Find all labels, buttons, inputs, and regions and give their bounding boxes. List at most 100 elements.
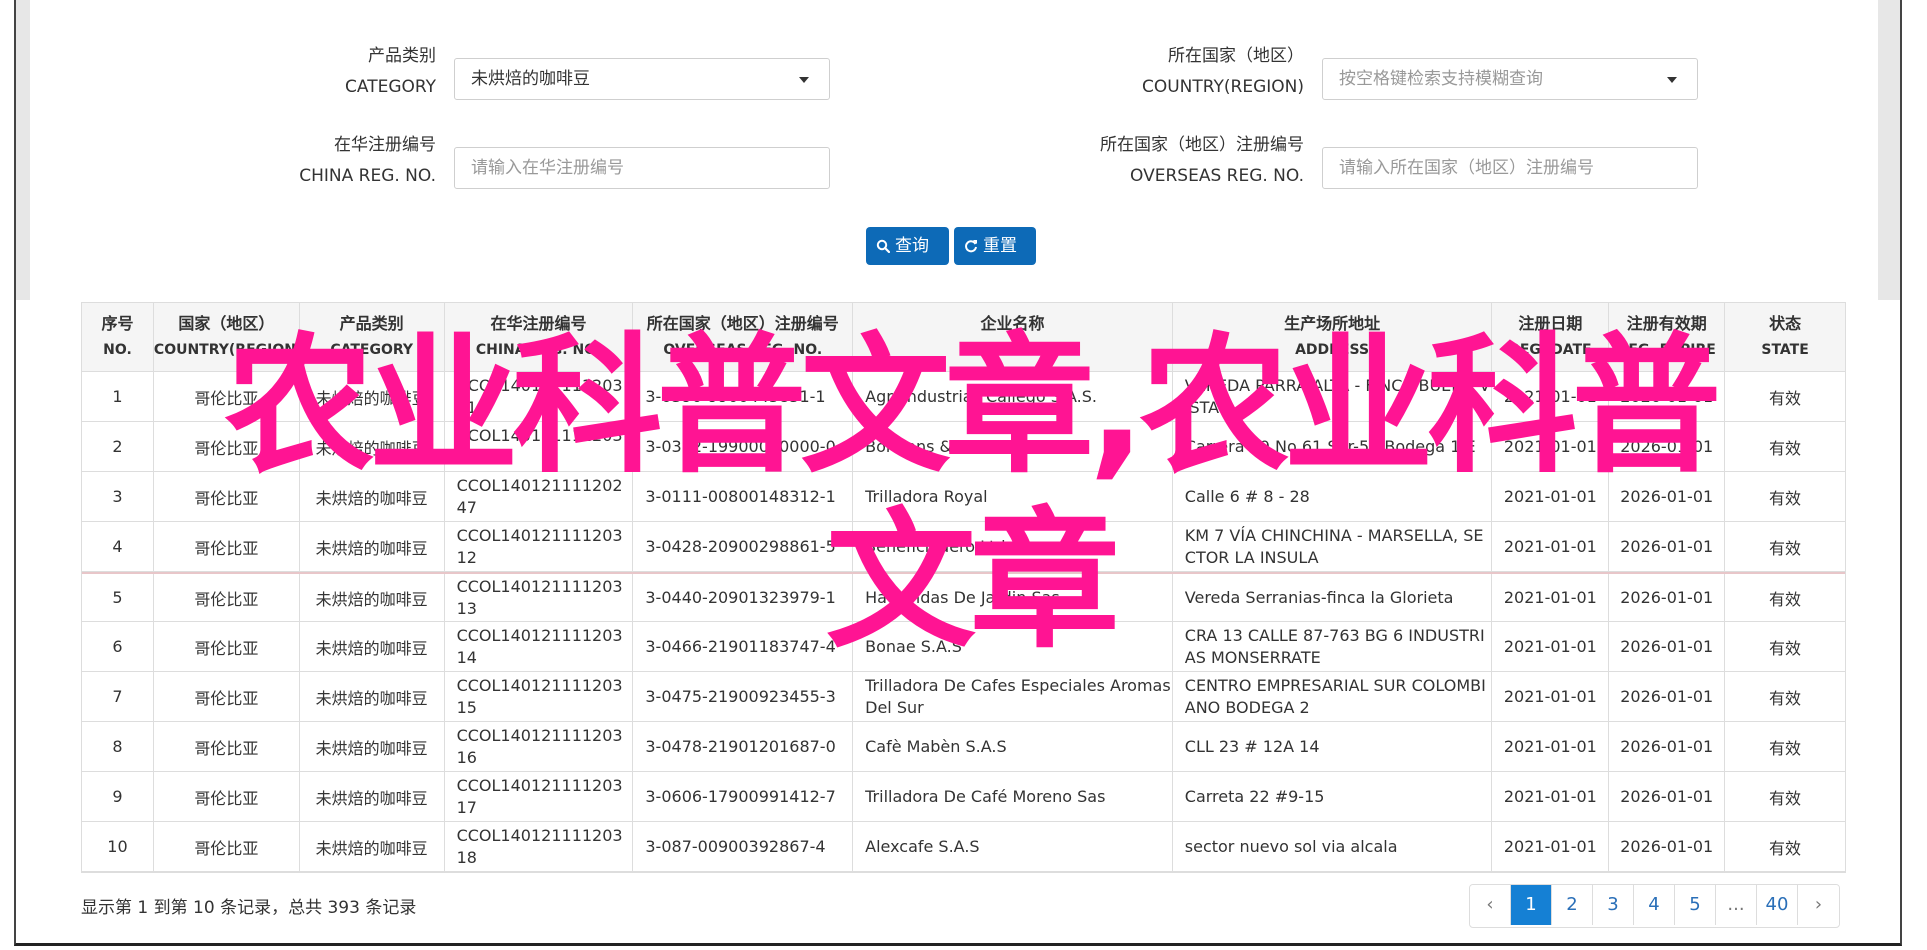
cell-expire: 2026-01-01 (1609, 672, 1726, 721)
china-reg-label-cn: 在华注册编号 (334, 135, 436, 155)
overseas-reg-label-cn: 所在国家（地区）注册编号 (1100, 135, 1304, 155)
cell-address: sector nuevo sol via alcala (1173, 822, 1493, 871)
cell-expire: 2026-01-01 (1609, 722, 1726, 771)
cell-state: 有效 (1769, 838, 1802, 858)
cell-no: 3 (82, 472, 154, 521)
cell-country: 哥伦比亚 (154, 574, 300, 621)
overseas-reg-input[interactable]: 请输入所在国家（地区）注册编号 (1322, 147, 1698, 189)
cell-expire: 2026-01-01 (1609, 522, 1726, 571)
table-row[interactable]: 5 哥伦比亚 未烘焙的咖啡豆 CCOL14012111120313 3-0440-209… (82, 572, 1845, 622)
right-scroll-track[interactable] (1878, 0, 1900, 300)
header-name[interactable]: 企业名称 NAME (853, 303, 1173, 371)
header-expire[interactable]: 注册有效期 REG. EXPIRE (1609, 303, 1726, 371)
china-reg-input[interactable]: 请输入在华注册编号 (454, 147, 830, 189)
pagination-prev[interactable]: ‹ (1470, 885, 1511, 925)
table-row[interactable]: 7 哥伦比亚 未烘焙的咖啡豆 CCOL14012111120315 3-0475-219… (82, 672, 1845, 722)
country-label-en: COUNTRY(REGION) (1141, 77, 1304, 97)
left-scroll-track[interactable] (16, 0, 30, 300)
pagination-page[interactable]: 5 (1675, 885, 1716, 925)
cell-china-reg: CCOL14012111120247 (445, 472, 634, 521)
category-select-value: 未烘焙的咖啡豆 (471, 69, 590, 89)
reset-button[interactable]: 重置 (954, 227, 1036, 265)
category-label-en: CATEGORY (345, 77, 436, 97)
cell-country: 哥伦比亚 (154, 372, 300, 421)
cell-reg-date: 2021-01-01 (1492, 822, 1610, 871)
cell-name: Trilladora Royal (853, 472, 1173, 521)
cell-name: Agroindustrias Callego S.A.S. (853, 372, 1173, 421)
cell-expire: 2026-01-01 (1609, 574, 1726, 621)
pagination-page[interactable]: 2 (1552, 885, 1593, 925)
cell-expire: 2026-01-01 (1609, 772, 1726, 821)
cell-address: VEREDA PARRA ALTA - FINCA BUENA VISTA (1173, 372, 1493, 421)
chevron-down-icon (1667, 77, 1677, 83)
header-china-reg[interactable]: 在华注册编号 CHINA REG. NO. (445, 303, 634, 371)
cell-country: 哥伦比亚 (154, 522, 300, 571)
pagination-page[interactable]: 40 (1757, 885, 1798, 925)
cell-category: 未烘焙的咖啡豆 (300, 422, 445, 471)
pagination-page[interactable]: 4 (1634, 885, 1675, 925)
cell-name: Cafè Mabèn S.A.S (853, 722, 1173, 771)
category-select[interactable]: 未烘焙的咖啡豆 (454, 58, 830, 100)
cell-state: 有效 (1769, 638, 1802, 658)
cell-address: Carrera 49 No 61 Sur-50 Bodega 1 E (1173, 422, 1493, 471)
table-row[interactable]: 10 哥伦比亚 未烘焙的咖啡豆 CCOL14012111120318 3-087-009… (82, 822, 1845, 872)
cell-expire: 2026-01-01 (1609, 422, 1726, 471)
search-button[interactable]: 查询 (866, 227, 949, 265)
table-header: 序号 NO. 国家（地区） COUNTRY(REGION) 产品类别 CATEGORY… (82, 303, 1845, 372)
table-row[interactable]: 4 哥伦比亚 未烘焙的咖啡豆 CCOL14012111120312 3-0428-209… (82, 522, 1845, 572)
pagination-ellipsis: ... (1716, 885, 1757, 925)
cell-state: 有效 (1769, 538, 1802, 558)
cell-category: 未烘焙的咖啡豆 (300, 472, 445, 521)
pagination: ‹ 1 2 3 4 5 ... 40 › (1469, 884, 1840, 928)
pagination-page[interactable]: 1 (1511, 885, 1552, 925)
cell-no: 4 (82, 522, 154, 571)
reset-button-label: 重置 (983, 236, 1017, 256)
cell-reg-date: 2021-01-01 (1492, 522, 1610, 571)
header-reg-date[interactable]: 注册日期 REG. DATE (1492, 303, 1610, 371)
pagination-next[interactable]: › (1798, 885, 1839, 925)
overseas-reg-placeholder: 请输入所在国家（地区）注册编号 (1339, 158, 1594, 178)
header-address[interactable]: 生产场所地址 ADDRESS (1173, 303, 1493, 371)
table-row[interactable]: 9 哥伦比亚 未烘焙的咖啡豆 CCOL14012111120317 3-0606-179… (82, 772, 1845, 822)
cell-name: Bonae S.A.S (853, 622, 1173, 671)
cell-no: 2 (82, 422, 154, 471)
table-row[interactable]: 3 哥伦比亚 未烘焙的咖啡豆 CCOL14012111120247 3-0111-008… (82, 472, 1845, 522)
cell-address: CLL 23 # 12A 14 (1173, 722, 1493, 771)
cell-overseas-reg: 3-0466-21901183747-4 (633, 622, 854, 671)
cell-country: 哥伦比亚 (154, 422, 300, 471)
header-no[interactable]: 序号 NO. (82, 303, 154, 371)
cell-country: 哥伦比亚 (154, 622, 300, 671)
cell-address: CENTRO EMPRESARIAL SUR COLOMBIANO BODEGA… (1173, 672, 1493, 721)
header-overseas-reg[interactable]: 所在国家（地区）注册编号 OVERSEAS REG. NO. (633, 303, 854, 371)
header-country[interactable]: 国家（地区） COUNTRY(REGION) (154, 303, 300, 371)
search-button-label: 查询 (895, 236, 929, 256)
cell-reg-date: 2021-01-01 (1492, 422, 1610, 471)
table-row[interactable]: 8 哥伦比亚 未烘焙的咖啡豆 CCOL14012111120316 3-0478-219… (82, 722, 1845, 772)
cell-state: 有效 (1769, 738, 1802, 758)
cell-no: 9 (82, 772, 154, 821)
pagination-page[interactable]: 3 (1593, 885, 1634, 925)
cell-reg-date: 2021-01-01 (1492, 472, 1610, 521)
cell-category: 未烘焙的咖啡豆 (300, 574, 445, 621)
cell-state: 有效 (1769, 438, 1802, 458)
cell-overseas-reg: 3-087-00900392867-4 (633, 822, 854, 871)
cell-china-reg: CCOL14012111120313 (445, 574, 634, 621)
table-row[interactable]: 2 哥伦比亚 未烘焙的咖啡豆 CCOL14012111120311 3-0392-199… (82, 422, 1845, 472)
cell-expire: 2026-01-01 (1609, 372, 1726, 421)
cell-no: 5 (82, 574, 154, 621)
cell-state: 有效 (1769, 589, 1802, 609)
header-category[interactable]: 产品类别 CATEGORY (300, 303, 445, 371)
cell-name: Alexcafe S.A.S (853, 822, 1173, 871)
header-state[interactable]: 状态 STATE (1725, 303, 1845, 371)
cell-china-reg: CCOL14012111120318 (445, 822, 634, 871)
table-row[interactable]: 1 哥伦比亚 未烘焙的咖啡豆 CCOL14012111120311 3-0390-990… (82, 372, 1845, 422)
table-row[interactable]: 6 哥伦比亚 未烘焙的咖啡豆 CCOL14012111120314 3-0466-219… (82, 622, 1845, 672)
cell-name: Beneficiadero Ltda (853, 522, 1173, 571)
refresh-icon (964, 239, 978, 253)
cell-country: 哥伦比亚 (154, 822, 300, 871)
cell-category: 未烘焙的咖啡豆 (300, 522, 445, 571)
country-select-placeholder: 按空格键检索支持模糊查询 (1339, 69, 1543, 89)
cell-overseas-reg: 3-0475-21900923455-3 (633, 672, 854, 721)
cell-country: 哥伦比亚 (154, 722, 300, 771)
country-select[interactable]: 按空格键检索支持模糊查询 (1322, 58, 1698, 100)
